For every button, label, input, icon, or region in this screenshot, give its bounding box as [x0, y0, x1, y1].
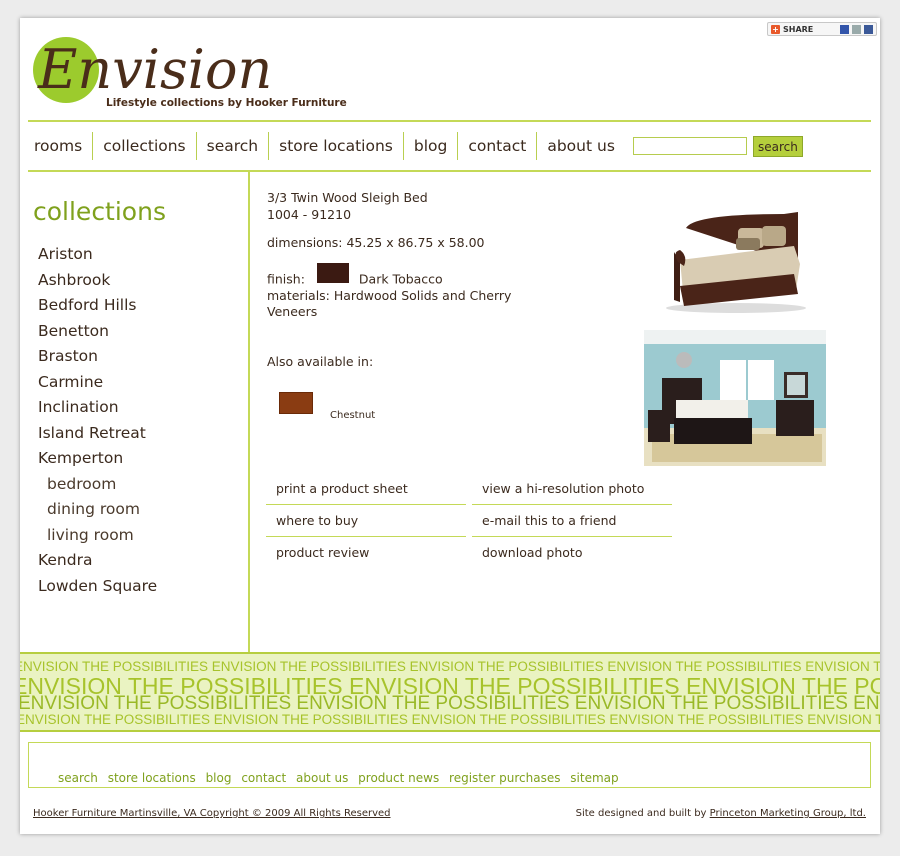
possibilities-banner: ENVISION THE POSSIBILITIES ENVISION THE … [20, 652, 880, 732]
collection-kemperton[interactable]: Kemperton [38, 446, 157, 472]
finish-swatch-dark-tobacco [316, 262, 349, 283]
product-review-link[interactable]: product review [266, 537, 466, 569]
download-photo-link[interactable]: download photo [472, 537, 672, 569]
sidebar-title: collections [33, 197, 166, 226]
delicious-icon [840, 24, 849, 34]
nav-rooms[interactable]: rooms [28, 132, 94, 160]
logo[interactable]: Envision Lifestyle collections by Hooker… [32, 32, 372, 122]
envision-logo-mark: Envision Lifestyle collections by Hooker… [33, 37, 347, 109]
footer-link-product-news[interactable]: product news [358, 771, 439, 785]
collection-ashbrook[interactable]: Ashbrook [38, 268, 157, 294]
room-scene-photo[interactable] [644, 330, 826, 466]
collection-inclination[interactable]: Inclination [38, 395, 157, 421]
logo-wordmark: Envision [37, 38, 272, 101]
footer-nav: search store locations blog contact abou… [28, 742, 871, 788]
kemperton-bedroom[interactable]: bedroom [38, 472, 157, 498]
search-input[interactable] [632, 137, 747, 155]
finish-label: finish: [267, 271, 305, 286]
kemperton-living-room[interactable]: living room [38, 523, 157, 549]
product-materials: materials: Hardwood Solids and Cherry Ve… [267, 287, 512, 320]
nav-contact[interactable]: contact [458, 132, 538, 160]
view-hi-res-photo-link[interactable]: view a hi-resolution photo [472, 473, 672, 505]
also-available-label: Also available in: [267, 354, 374, 369]
footer-link-search[interactable]: search [58, 771, 98, 785]
collection-bedford-hills[interactable]: Bedford Hills [38, 293, 157, 319]
collections-list: Ariston Ashbrook Bedford Hills Benetton … [38, 242, 157, 599]
search-button[interactable]: search [752, 135, 803, 157]
facebook-icon [864, 24, 873, 34]
nav-blog[interactable]: blog [404, 132, 459, 160]
nav-collections[interactable]: collections [93, 132, 197, 160]
print-product-sheet-link[interactable]: print a product sheet [266, 473, 466, 505]
nav-about-us[interactable]: about us [537, 132, 625, 160]
collection-lowden-square[interactable]: Lowden Square [38, 574, 157, 600]
collection-braston[interactable]: Braston [38, 344, 157, 370]
footer-link-sitemap[interactable]: sitemap [570, 771, 618, 785]
share-button[interactable]: + SHARE [767, 22, 877, 36]
banner-line-1: ENVISION THE POSSIBILITIES ENVISION THE … [20, 659, 880, 674]
collections-sidebar: collections Ariston Ashbrook Bedford Hil… [28, 172, 250, 652]
product-dimensions: dimensions: 45.25 x 86.75 x 58.00 [267, 235, 485, 250]
share-label: SHARE [783, 24, 814, 34]
chestnut-label: Chestnut [330, 410, 376, 421]
collection-kendra[interactable]: Kendra [38, 548, 157, 574]
princeton-marketing-link[interactable]: Princeton Marketing Group, ltd. [710, 808, 866, 819]
footer-link-store-locations[interactable]: store locations [108, 771, 196, 785]
product-name: 3/3 Twin Wood Sleigh Bed [267, 190, 428, 205]
where-to-buy-link[interactable]: where to buy [266, 505, 466, 537]
footer-link-about-us[interactable]: about us [296, 771, 348, 785]
site-credit: Site designed and built by Princeton Mar… [576, 808, 866, 819]
copyright-link[interactable]: Hooker Furniture Martinsville, VA Copyri… [33, 808, 391, 819]
collection-ariston[interactable]: Ariston [38, 242, 157, 268]
finish-swatch-chestnut[interactable] [279, 392, 313, 414]
collection-island-retreat[interactable]: Island Retreat [38, 421, 157, 447]
footer-link-blog[interactable]: blog [206, 771, 232, 785]
banner-line-4: ENVISION THE POSSIBILITIES ENVISION THE … [20, 712, 880, 727]
product-actions: print a product sheet view a hi-resoluti… [266, 473, 672, 569]
nav-search[interactable]: search [197, 132, 270, 160]
nav-store-locations[interactable]: store locations [269, 132, 404, 160]
product-info: 3/3 Twin Wood Sleigh Bed 1004 - 91210 di… [267, 190, 547, 321]
collection-benetton[interactable]: Benetton [38, 319, 157, 345]
digg-icon [852, 24, 861, 34]
logo-tagline: Lifestyle collections by Hooker Furnitur… [106, 97, 347, 109]
footer-link-contact[interactable]: contact [241, 771, 286, 785]
finish-value: Dark Tobacco [358, 271, 443, 286]
product-sku: 1004 - 91210 [267, 206, 352, 222]
page: + SHARE Envision Lifestyle collections b… [20, 18, 880, 834]
email-friend-link[interactable]: e-mail this to a friend [472, 505, 672, 537]
plus-icon: + [771, 24, 780, 34]
footer-link-register-purchases[interactable]: register purchases [449, 771, 560, 785]
product-photo[interactable] [644, 190, 826, 320]
main-nav: rooms collections search store locations… [28, 120, 871, 172]
credit-prefix: Site designed and built by [575, 808, 707, 819]
kemperton-dining-room[interactable]: dining room [38, 497, 157, 523]
collection-carmine[interactable]: Carmine [38, 370, 157, 396]
